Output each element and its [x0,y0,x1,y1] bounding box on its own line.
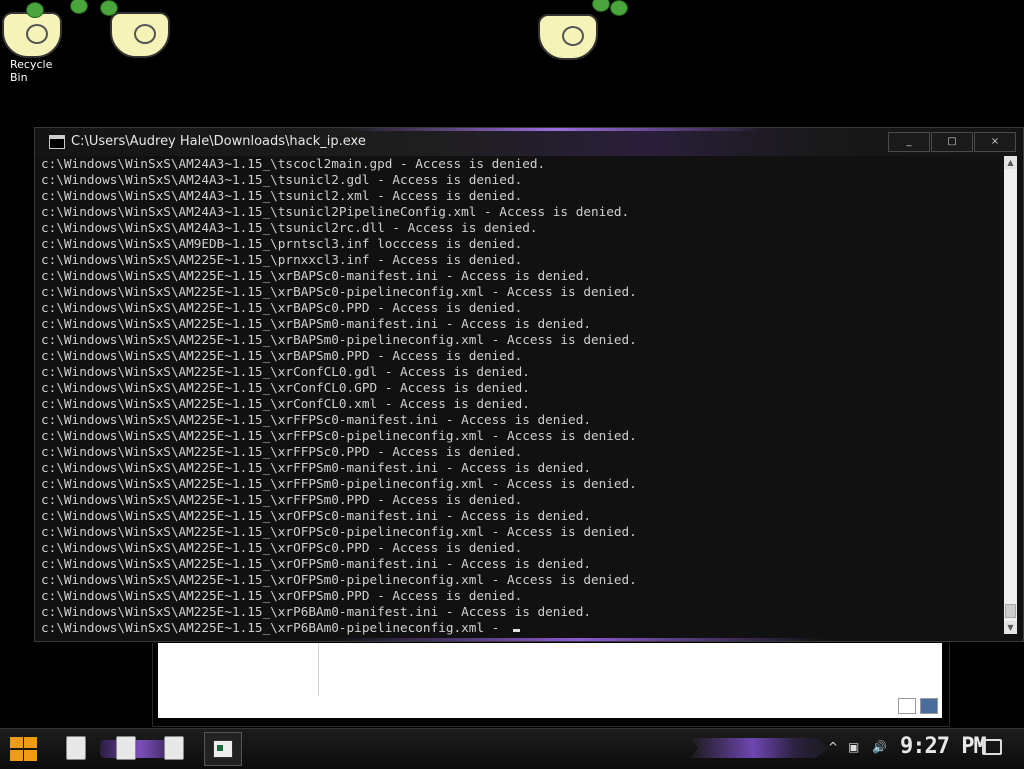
console-line: c:\Windows\WinSxS\AM225E~1.15_\xrOFPSc0.… [41,540,523,555]
leaf-icon [26,2,44,18]
console-line: c:\Windows\WinSxS\AM225E~1.15_\xrBAPSc0-… [41,268,591,283]
details-view-button[interactable] [898,698,916,714]
console-line: c:\Windows\WinSxS\AM225E~1.15_\xrFFPSc0-… [41,428,637,443]
start-button[interactable] [8,734,40,764]
scroll-up-button[interactable]: ▲ [1004,156,1017,169]
console-titlebar[interactable]: C:\Users\Audrey Hale\Downloads\hack_ip.e… [35,128,1023,156]
console-line: c:\Windows\WinSxS\AM225E~1.15_\xrBAPSm0-… [41,332,637,347]
console-output[interactable]: c:\Windows\WinSxS\AM24A3~1.15_\tscocl2ma… [41,156,1003,638]
file-icon[interactable] [66,736,86,760]
file-icon[interactable] [116,736,136,760]
console-window[interactable]: C:\Users\Audrey Hale\Downloads\hack_ip.e… [34,127,1024,642]
recycle-bin-icon [2,12,62,58]
console-scrollbar[interactable]: ▲ ▼ [1004,156,1017,634]
volume-icon[interactable]: 🔊 [872,740,887,754]
console-line: c:\Windows\WinSxS\AM24A3~1.15_\tsunicl2.… [41,188,523,203]
console-line: c:\Windows\WinSxS\AM225E~1.15_\xrFFPSm0-… [41,476,637,491]
scroll-thumb[interactable] [1005,604,1016,618]
console-line: c:\Windows\WinSxS\AM225E~1.15_\xrFFPSc0.… [41,444,523,459]
console-line: c:\Windows\WinSxS\AM225E~1.15_\xrOFPSm0-… [41,572,637,587]
file-icon[interactable] [164,736,184,760]
taskbar-console-button[interactable] [204,732,242,766]
console-line: c:\Windows\WinSxS\AM225E~1.15_\xrOFPSm0.… [41,588,523,603]
console-line: c:\Windows\WinSxS\AM225E~1.15_\xrFFPSc0-… [41,412,591,427]
console-line: c:\Windows\WinSxS\AM24A3~1.15_\tsunicl2.… [41,172,523,187]
start-icon [24,737,37,748]
console-line: c:\Windows\WinSxS\AM225E~1.15_\xrFFPSm0.… [41,492,523,507]
console-line: c:\Windows\WinSxS\AM225E~1.15_\xrBAPSc0-… [41,284,637,299]
titlebar-accent [345,128,765,131]
console-line: c:\Windows\WinSxS\AM225E~1.15_\xrBAPSm0-… [41,316,591,331]
console-line: c:\Windows\WinSxS\AM24A3~1.15_\tscocl2ma… [41,156,546,171]
console-line: c:\Windows\WinSxS\AM225E~1.15_\xrOFPSc0-… [41,508,591,523]
show-hidden-icons-button[interactable]: ^ [828,740,838,754]
console-line: c:\Windows\WinSxS\AM225E~1.15_\xrFFPSm0-… [41,460,591,475]
start-icon [10,750,23,761]
console-line: c:\Windows\WinSxS\AM225E~1.15_\xrP6BAm0-… [41,620,1003,636]
explorer-pane-divider[interactable] [318,640,319,696]
console-line: c:\Windows\WinSxS\AM225E~1.15_\xrP6BAm0-… [41,604,591,619]
console-line: c:\Windows\WinSxS\AM24A3~1.15_\tsunicl2P… [41,204,630,219]
leaf-icon [610,0,628,16]
console-icon[interactable] [49,135,65,149]
console-title: C:\Users\Audrey Hale\Downloads\hack_ip.e… [71,134,366,149]
scroll-down-button[interactable]: ▼ [1004,621,1017,634]
network-icon[interactable]: ▣ [848,740,859,754]
console-line: c:\Windows\WinSxS\AM225E~1.15_\xrConfCL0… [41,380,530,395]
console-line: c:\Windows\WinSxS\AM225E~1.15_\xrConfCL0… [41,396,530,411]
recycle-bin-label: Recycle Bin [10,58,53,84]
leaf-icon [592,0,610,12]
console-line: c:\Windows\WinSxS\AM9EDB~1.15_\prntscl3.… [41,236,523,251]
console-line: c:\Windows\WinSxS\AM24A3~1.15_\tsunicl2r… [41,220,538,235]
console-line: c:\Windows\WinSxS\AM225E~1.15_\xrOFPSm0-… [41,556,591,571]
leaf-icon [70,0,88,14]
start-icon [10,737,23,748]
text-cursor [512,629,520,632]
recycle-bin-desktop-icon[interactable]: Recycle Bin [0,0,70,84]
bag-desktop-icon[interactable] [70,0,180,70]
leaf-icon [100,0,118,16]
explorer-content-pane[interactable] [158,630,942,718]
maximize-button[interactable]: □ [931,132,973,152]
tray-accent [690,738,830,758]
taskbar-clock[interactable]: 9:27 PM [900,734,987,759]
console-bottom-accent [35,638,1023,641]
console-line: c:\Windows\WinSxS\AM225E~1.15_\xrBAPSc0.… [41,300,523,315]
console-line: c:\Windows\WinSxS\AM225E~1.15_\prnxxcl3.… [41,252,523,267]
console-line: c:\Windows\WinSxS\AM225E~1.15_\xrConfCL0… [41,364,530,379]
close-button[interactable]: × [974,132,1016,152]
bag-icon [538,14,598,60]
minimize-button[interactable]: _ [888,132,930,152]
start-icon [24,750,37,761]
bag-icon [110,12,170,58]
bag-desktop-icon[interactable] [530,0,640,70]
console-line: c:\Windows\WinSxS\AM225E~1.15_\xrOFPSc0-… [41,524,637,539]
console-icon [213,740,233,758]
console-line: c:\Windows\WinSxS\AM225E~1.15_\xrBAPSm0.… [41,348,523,363]
large-icons-view-button[interactable] [920,698,938,714]
notification-icon[interactable] [982,739,1002,755]
